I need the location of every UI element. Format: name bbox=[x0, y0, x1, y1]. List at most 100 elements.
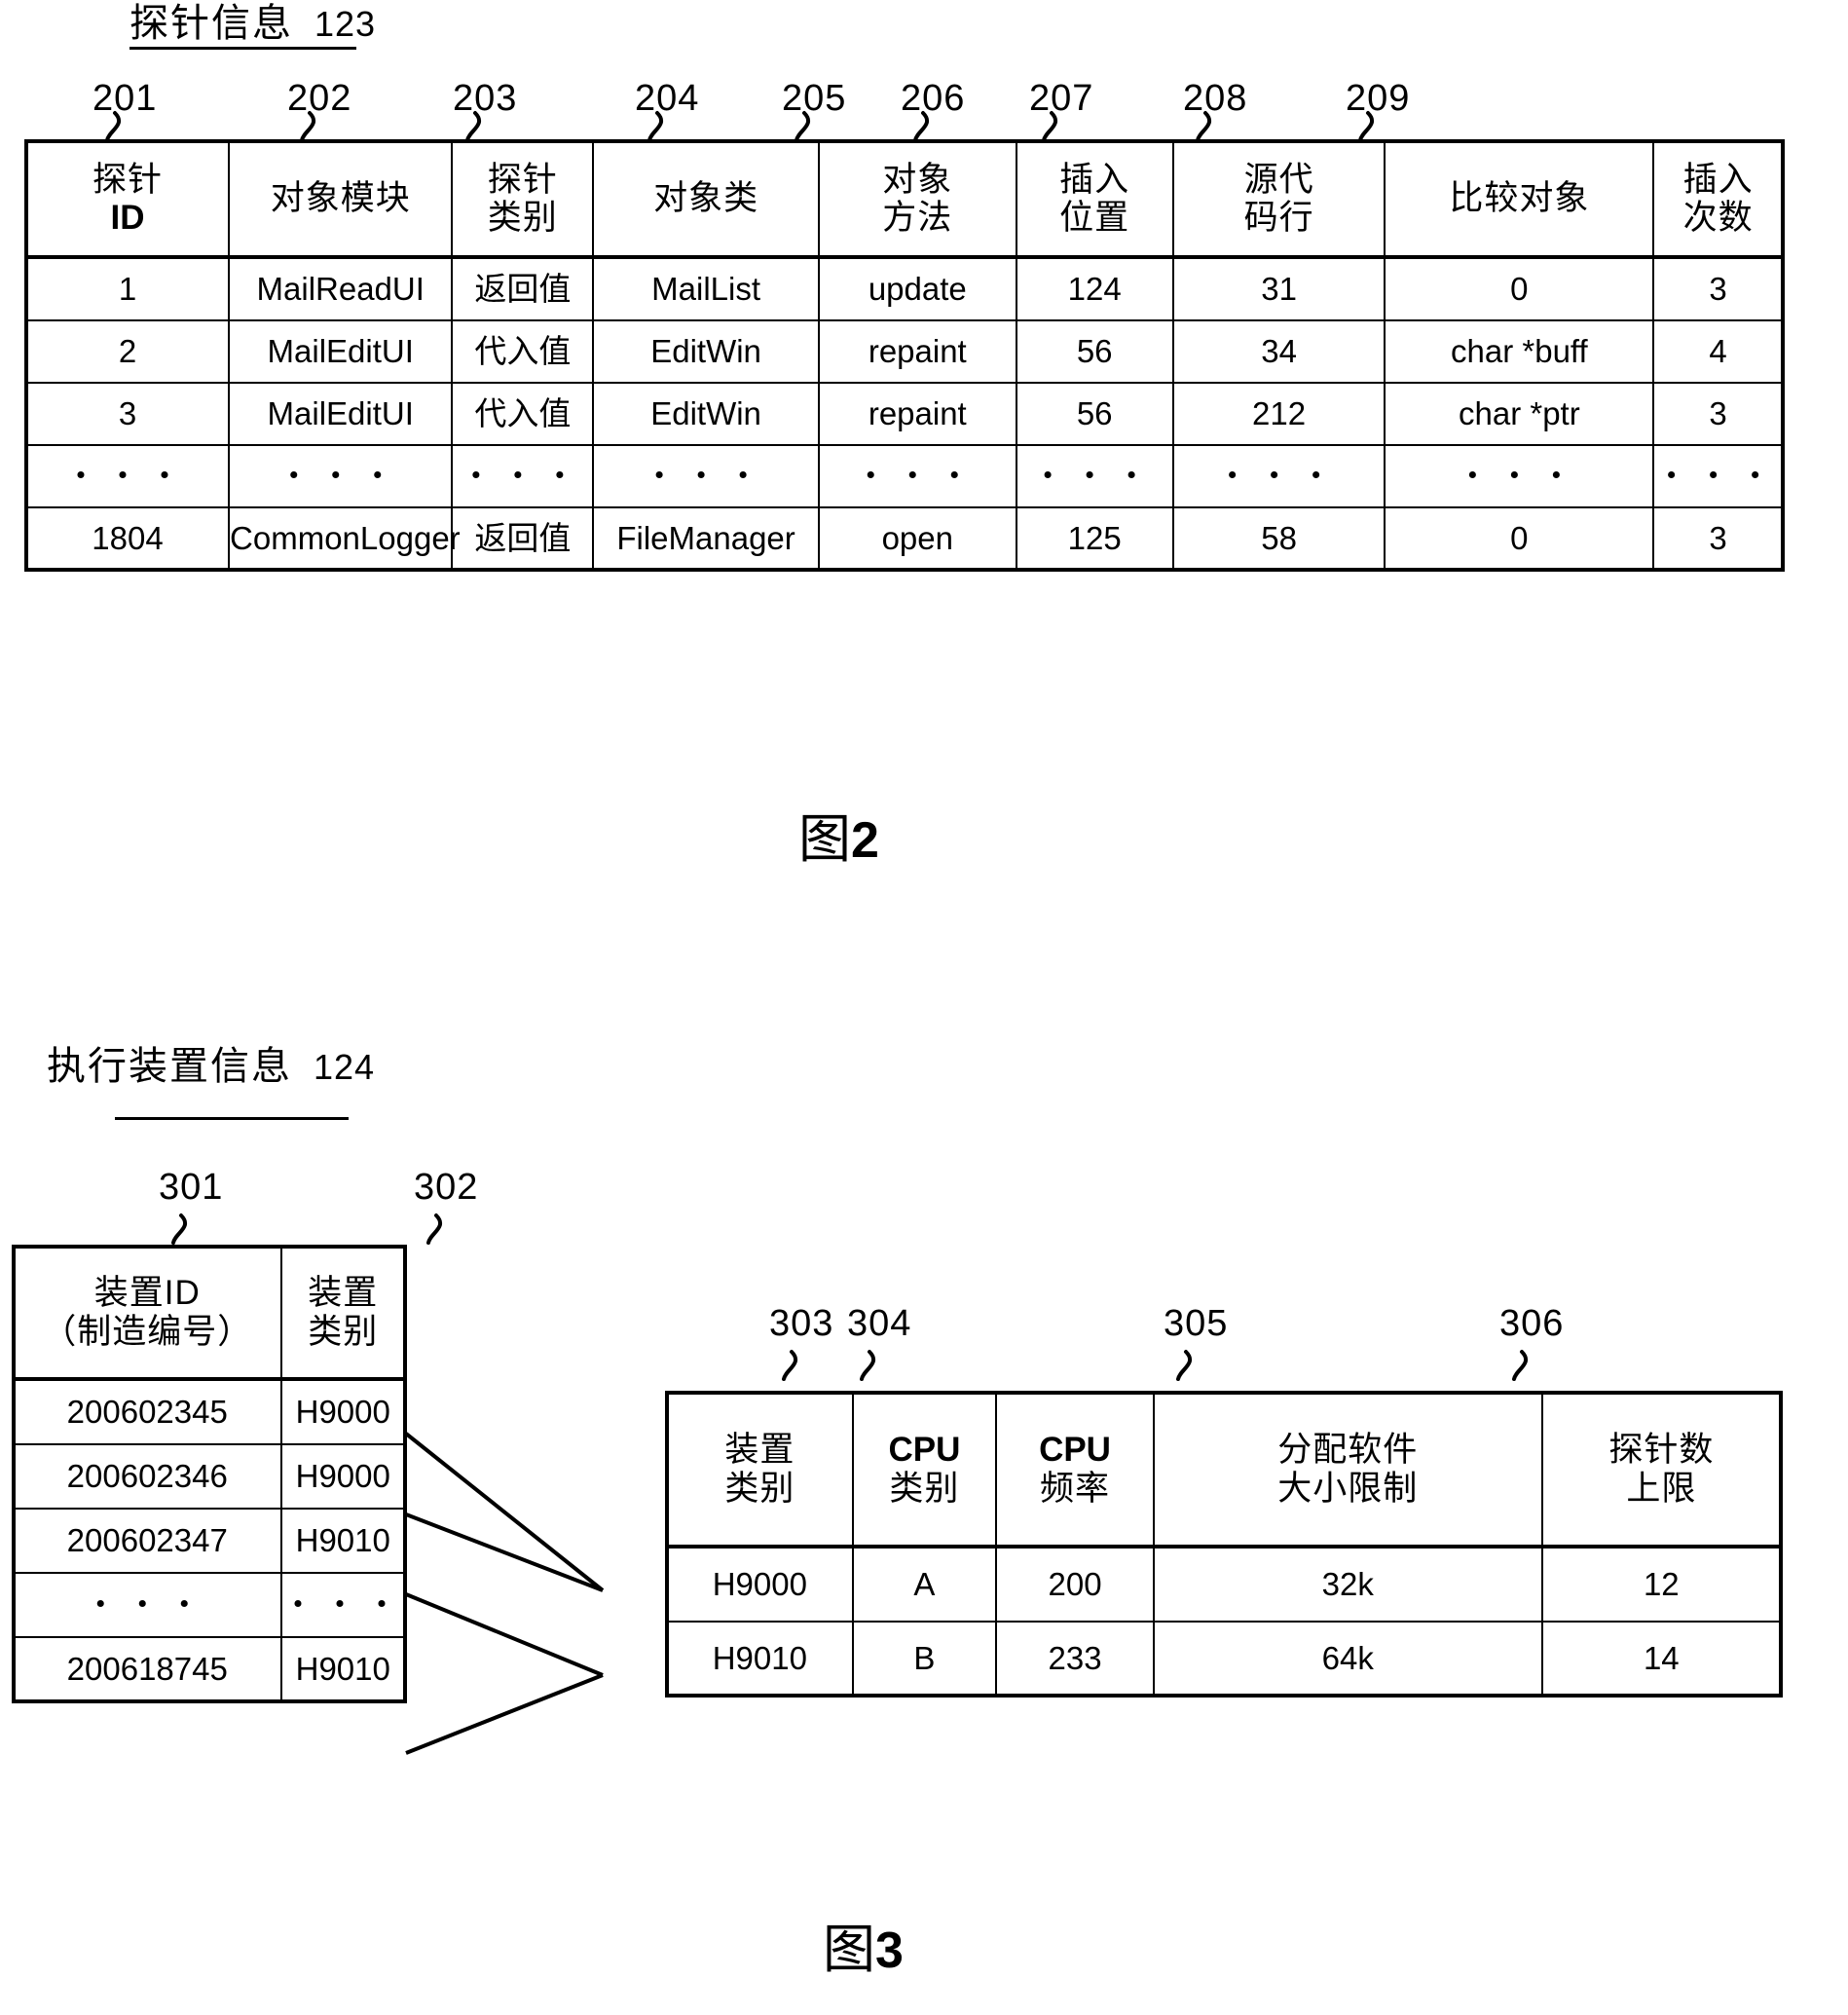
cell-insert-position: 56 bbox=[1015, 382, 1174, 446]
callout-302: 302 bbox=[414, 1167, 479, 1208]
col-header-insert-count: 插入 次数 bbox=[1652, 139, 1785, 259]
table-row: H9010 B 233 64k 14 bbox=[665, 1621, 1783, 1698]
cell-object-class: FileManager bbox=[592, 506, 820, 572]
cell-cpu-frequency: 233 bbox=[995, 1621, 1155, 1698]
col-header-device-id-line1: 装置ID bbox=[93, 1274, 201, 1313]
cell-device-type: H9000 bbox=[665, 1546, 854, 1623]
col-header-insert-count-line2: 次数 bbox=[1682, 199, 1754, 237]
figure3-caption-num: 3 bbox=[875, 1922, 904, 1979]
table-row: 1804 CommonLogger 返回值 FileManager open 1… bbox=[24, 506, 1785, 572]
cell-object-method: update bbox=[817, 256, 1017, 321]
table-row: 200602347 H9010 bbox=[12, 1508, 407, 1574]
figure3-title: 执行装置信息 124 bbox=[47, 1047, 375, 1086]
table-row: 2 MailEditUI 代入值 EditWin repaint 56 34 c… bbox=[24, 319, 1785, 384]
cell-device-type: H9010 bbox=[279, 1636, 407, 1703]
table-row-ellipsis: ・・・ ・・・ bbox=[12, 1572, 407, 1638]
cell-compare-object: char *ptr bbox=[1384, 382, 1655, 446]
col-header-software-size-limit-line1: 分配软件 bbox=[1277, 1431, 1419, 1470]
cell-probe-count-limit: 14 bbox=[1540, 1621, 1783, 1698]
cell-insert-count: 3 bbox=[1652, 256, 1785, 321]
cell-source-line: 34 bbox=[1171, 319, 1386, 384]
figure2-title: 探针信息 123 bbox=[129, 4, 376, 43]
cell-object-method: repaint bbox=[817, 319, 1017, 384]
col-header-insert-position: 插入 位置 bbox=[1015, 139, 1174, 259]
col-header-probe-id-line2: ID bbox=[110, 199, 145, 237]
cell-software-size-limit: 32k bbox=[1152, 1546, 1543, 1623]
cell-device-id: ・・・ bbox=[12, 1572, 282, 1638]
cell-object-module: MailEditUI bbox=[228, 382, 454, 446]
cell-cpu-type: B bbox=[851, 1621, 998, 1698]
cell-probe-type: 返回值 bbox=[451, 256, 595, 321]
cell-device-id: 200618745 bbox=[12, 1636, 282, 1703]
figure3-title-ref: 124 bbox=[314, 1047, 376, 1087]
cell-software-size-limit: 64k bbox=[1152, 1621, 1543, 1698]
col-header-insert-count-line1: 插入 bbox=[1682, 160, 1754, 199]
col-header-cpu-frequency-line2: 频率 bbox=[1040, 1469, 1111, 1508]
col-header-probe-id: 探针 ID bbox=[24, 139, 231, 259]
cell-object-class: EditWin bbox=[592, 382, 820, 446]
cell-object-module: ・・・ bbox=[228, 444, 454, 508]
cell-probe-count-limit: 12 bbox=[1540, 1546, 1783, 1623]
figure2-caption-num: 2 bbox=[851, 812, 879, 869]
col-header-insert-position-line1: 插入 bbox=[1059, 160, 1130, 199]
col-header-cpu-frequency-line1: CPU bbox=[1039, 1431, 1111, 1470]
col-header-probe-type: 探针 类别 bbox=[451, 139, 595, 259]
col-header-probe-id-line1: 探针 bbox=[92, 160, 164, 199]
cell-device-id: 200602347 bbox=[12, 1508, 282, 1574]
col-header-device-type-line2: 类别 bbox=[724, 1469, 795, 1508]
col-header-probe-count-limit-line2: 上限 bbox=[1626, 1469, 1697, 1508]
col-header-software-size-limit-line2: 大小限制 bbox=[1277, 1469, 1419, 1508]
callout-304: 304 bbox=[847, 1303, 912, 1344]
table-relationship-connectors bbox=[404, 1432, 605, 1755]
col-header-device-type: 装置 类别 bbox=[279, 1245, 407, 1381]
cell-object-class: EditWin bbox=[592, 319, 820, 384]
col-header-source-line-line1: 源代 bbox=[1243, 160, 1314, 199]
figure3-title-underline bbox=[115, 1117, 349, 1120]
cell-object-method: open bbox=[817, 506, 1017, 572]
cell-insert-position: 124 bbox=[1015, 256, 1174, 321]
cell-object-module: MailReadUI bbox=[228, 256, 454, 321]
cell-device-type: H9000 bbox=[279, 1443, 407, 1510]
cell-object-module: CommonLogger bbox=[228, 506, 461, 572]
cell-source-line: ・・・ bbox=[1171, 444, 1386, 508]
cell-insert-count: 3 bbox=[1652, 506, 1785, 572]
col-header-probe-count-limit: 探针数 上限 bbox=[1540, 1391, 1783, 1549]
col-header-compare-object: 比较对象 bbox=[1384, 139, 1655, 259]
col-header-object-method-line1: 对象 bbox=[882, 160, 953, 199]
col-header-device-id-line2: （制造编号） bbox=[42, 1312, 253, 1351]
cell-probe-type: 返回值 bbox=[451, 506, 595, 572]
col-header-device-id: 装置ID （制造编号） bbox=[12, 1245, 282, 1381]
cell-probe-type: 代入值 bbox=[451, 382, 595, 446]
cell-compare-object: 0 bbox=[1384, 256, 1655, 321]
cell-cpu-type: A bbox=[851, 1546, 998, 1623]
col-header-probe-type-line1: 探针 bbox=[487, 160, 558, 199]
col-header-object-method-line2: 方法 bbox=[882, 199, 953, 237]
cell-object-method: repaint bbox=[817, 382, 1017, 446]
cell-compare-object: ・・・ bbox=[1384, 444, 1655, 508]
device-spec-table: 装置 类别 CPU 类别 CPU 频率 分配软件 大小限制 探针数 上限 H90… bbox=[665, 1391, 1783, 1698]
cell-source-line: 212 bbox=[1171, 382, 1386, 446]
col-header-cpu-type-line1: CPU bbox=[888, 1431, 961, 1470]
cell-object-class: MailList bbox=[592, 256, 820, 321]
cell-probe-id: ・・・ bbox=[24, 444, 231, 508]
cell-insert-count: 4 bbox=[1652, 319, 1785, 384]
callout-303: 303 bbox=[769, 1303, 834, 1344]
table-row: H9000 A 200 32k 12 bbox=[665, 1546, 1783, 1623]
col-header-object-module-line1: 对象模块 bbox=[270, 179, 411, 218]
cell-insert-position: 125 bbox=[1015, 506, 1174, 572]
cell-probe-id: 2 bbox=[24, 319, 231, 384]
cell-probe-id: 1804 bbox=[24, 506, 231, 572]
table-row: 1 MailReadUI 返回值 MailList update 124 31 … bbox=[24, 256, 1785, 321]
cell-object-class: ・・・ bbox=[592, 444, 820, 508]
cell-object-module: MailEditUI bbox=[228, 319, 454, 384]
figure2-caption: 图2 bbox=[798, 813, 879, 866]
col-header-software-size-limit: 分配软件 大小限制 bbox=[1152, 1391, 1543, 1549]
cell-device-id: 200602346 bbox=[12, 1443, 282, 1510]
col-header-object-method: 对象 方法 bbox=[817, 139, 1017, 259]
table-row: 200602346 H9000 bbox=[12, 1443, 407, 1510]
cell-device-id: 200602345 bbox=[12, 1378, 282, 1445]
cell-cpu-frequency: 200 bbox=[995, 1546, 1155, 1623]
col-header-insert-position-line2: 位置 bbox=[1059, 199, 1130, 237]
figure3-title-text: 执行装置信息 bbox=[47, 1045, 292, 1088]
callout-305: 305 bbox=[1164, 1303, 1229, 1344]
